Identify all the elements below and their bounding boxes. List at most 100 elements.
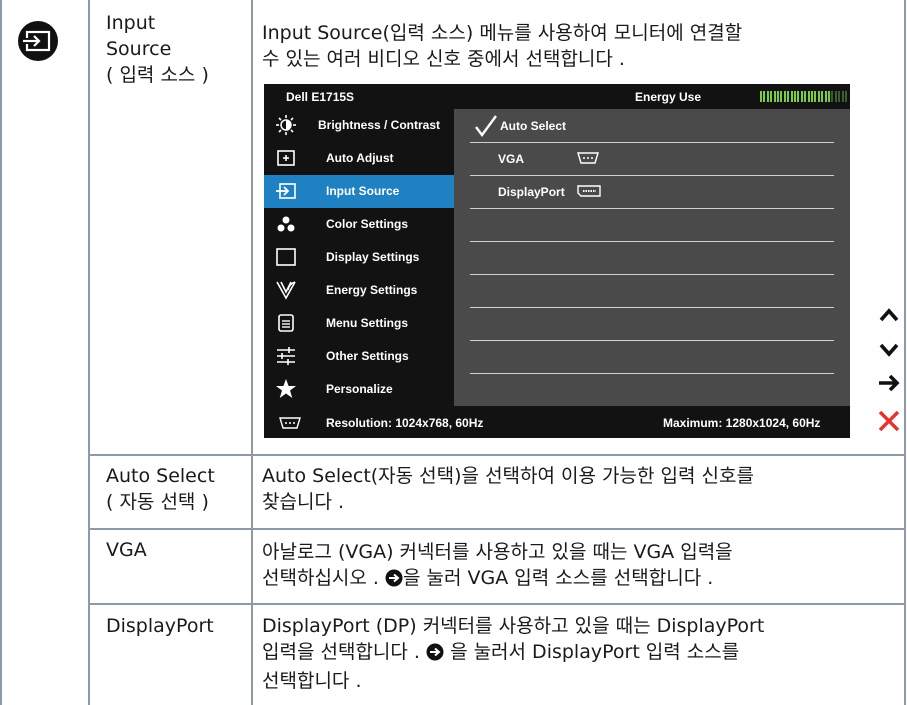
- menu-settings-icon: [274, 313, 298, 333]
- osd-menu-item: Color Settings: [264, 208, 454, 241]
- energy-meter-segment: [821, 91, 824, 102]
- row-name-auto-select: Auto Select ( 자동 선택 ): [106, 463, 251, 515]
- osd-submenu: Auto Select VGA DisplayPort: [454, 109, 850, 406]
- table-border-right: [904, 0, 906, 705]
- osd-model: Dell E1715S: [286, 90, 355, 104]
- input-source-icon: [274, 181, 298, 201]
- row-name-vga: VGA: [106, 539, 147, 561]
- energy-meter-segment: [763, 91, 766, 102]
- osd-option-empty: [470, 307, 834, 341]
- energy-meter-segment: [811, 91, 813, 102]
- osd-maximum: Maximum: 1280x1024, 60Hz: [663, 416, 821, 430]
- energy-meter-segment: [800, 91, 803, 102]
- desc-line: 입력을 선택합니다 . 을 눌러서 DisplayPort 입력 소스를: [262, 639, 898, 668]
- row-divider-2: [88, 528, 906, 530]
- energy-meter-segment: [783, 91, 786, 102]
- energy-meter-segment: [790, 91, 793, 102]
- desc-line: 아날로그 (VGA) 커넥터를 사용하고 있을 때는 VGA 입력을: [262, 541, 733, 563]
- energy-meter-segment: [766, 91, 769, 102]
- desc-segment: 을 눌러서 DisplayPort 입력 소스를: [450, 641, 740, 663]
- osd-option: VGA: [470, 142, 834, 176]
- osd-menu-item: Personalize: [264, 373, 454, 406]
- osd-option-empty: [470, 241, 834, 275]
- desc-segment: 을 눌러 VGA 입력 소스를 선택합니다 .: [403, 567, 714, 589]
- table-border-col1: [88, 0, 90, 705]
- osd-menu-screenshot: Dell E1715S Energy Use Brightness / Cont…: [264, 84, 850, 438]
- desc-segment: 입력을 선택합니다 .: [262, 641, 420, 663]
- energy-meter-segment: [845, 91, 847, 102]
- desc-segment: 선택하십시오 .: [262, 567, 379, 589]
- energy-meter-segment: [828, 91, 830, 102]
- desc-line: 선택하십시오 . 을 눌러 VGA 입력 소스를 선택합니다 .: [262, 565, 898, 594]
- osd-option-label: Auto Select: [500, 119, 567, 133]
- desc-line: Input Source(입력 소스) 메뉴를 사용하여 모니터에 연결할: [262, 22, 743, 44]
- osd-option: Auto Select: [470, 109, 834, 143]
- osd-option-empty: [470, 208, 834, 242]
- energy-meter-segment: [777, 91, 779, 102]
- auto-adjust-icon: [274, 148, 298, 168]
- osd-main-menu: Brightness / Contrast Auto Adjust Input So…: [264, 109, 454, 406]
- row-desc-input-source: Input Source(입력 소스) 메뉴를 사용하여 모니터에 연결할 수 …: [262, 20, 898, 72]
- energy-meter-segment: [838, 91, 841, 102]
- energy-meter-segment: [773, 91, 776, 102]
- energy-meter: [760, 91, 852, 102]
- displayport-connector-icon: [577, 185, 601, 200]
- row-desc-displayport: DisplayPort (DP) 커넥터를 사용하고 있을 때는 Display…: [262, 613, 898, 694]
- desc-line: 찾습니다 .: [262, 491, 344, 513]
- osd-resolution: Resolution: 1024x768, 60Hz: [326, 416, 484, 430]
- osd-menu-item: Auto Adjust: [264, 142, 454, 175]
- osd-menu-item-label: Display Settings: [326, 250, 420, 264]
- brightness-icon: [274, 115, 298, 135]
- row-divider-3: [88, 603, 906, 605]
- right-circle-arrow-icon: [426, 642, 444, 668]
- energy-meter-segment: [824, 91, 827, 102]
- osd-energy-label: Energy Use: [635, 90, 702, 104]
- energy-meter-segment: [817, 91, 820, 102]
- energy-settings-icon: [274, 280, 298, 300]
- vga-connector-icon: [576, 152, 600, 167]
- osd-menu-item: Other Settings: [264, 340, 454, 373]
- osd-menu-item-label: Auto Adjust: [326, 151, 394, 165]
- energy-meter-segment: [807, 91, 810, 102]
- right-circle-arrow-icon: [385, 568, 403, 594]
- right-arrow-icon: [876, 370, 902, 396]
- other-settings-icon: [274, 346, 298, 366]
- row-name-line: Input: [106, 12, 156, 34]
- close-icon: [876, 408, 902, 434]
- energy-meter-segment: [814, 91, 817, 102]
- row-name-line: ( 입력 소스 ): [106, 64, 209, 86]
- osd-menu-item-label: Input Source: [326, 184, 400, 198]
- osd-option-label: VGA: [498, 152, 525, 166]
- energy-meter-segment: [794, 91, 796, 102]
- osd-option: DisplayPort: [470, 175, 834, 209]
- desc-line: 선택합니다 .: [262, 670, 362, 692]
- row-name-input-source: Input Source ( 입력 소스 ): [106, 10, 246, 88]
- row-desc-vga: 아날로그 (VGA) 커넥터를 사용하고 있을 때는 VGA 입력을 선택하십시…: [262, 539, 898, 594]
- desc-line: 수 있는 여러 비디오 신호 중에서 선택합니다 .: [262, 48, 625, 70]
- osd-menu-item: Energy Settings: [264, 274, 454, 307]
- energy-meter-segment: [841, 91, 844, 102]
- row-name-line: Source: [106, 38, 172, 60]
- energy-meter-segment: [780, 91, 783, 102]
- energy-meter-segment: [770, 91, 773, 102]
- display-settings-icon: [274, 247, 298, 267]
- row-desc-auto-select: Auto Select(자동 선택)을 선택하여 이용 가능한 입력 신호를 찾…: [262, 463, 898, 515]
- energy-meter-segment: [760, 91, 762, 102]
- vga-connector-icon: [278, 417, 302, 432]
- osd-header: Dell E1715S Energy Use: [264, 84, 850, 109]
- osd-option-empty: [470, 340, 834, 374]
- desc-line: Auto Select(자동 선택)을 선택하여 이용 가능한 입력 신호를: [262, 465, 754, 487]
- osd-menu-item-label: Personalize: [326, 382, 393, 396]
- energy-meter-segment: [831, 91, 834, 102]
- table-border-left: [0, 0, 2, 705]
- osd-menu-item: Menu Settings: [264, 307, 454, 340]
- personalize-icon: [274, 379, 298, 399]
- osd-menu-item: Input Source: [264, 175, 454, 208]
- input-source-icon: [18, 21, 58, 61]
- energy-meter-segment: [787, 91, 790, 102]
- energy-meter-segment: [797, 91, 800, 102]
- up-arrow-icon: [876, 302, 902, 328]
- osd-menu-item-label: Other Settings: [326, 349, 409, 363]
- row-name-line: ( 자동 선택 ): [106, 491, 209, 513]
- osd-menu-item-label: Color Settings: [326, 217, 409, 231]
